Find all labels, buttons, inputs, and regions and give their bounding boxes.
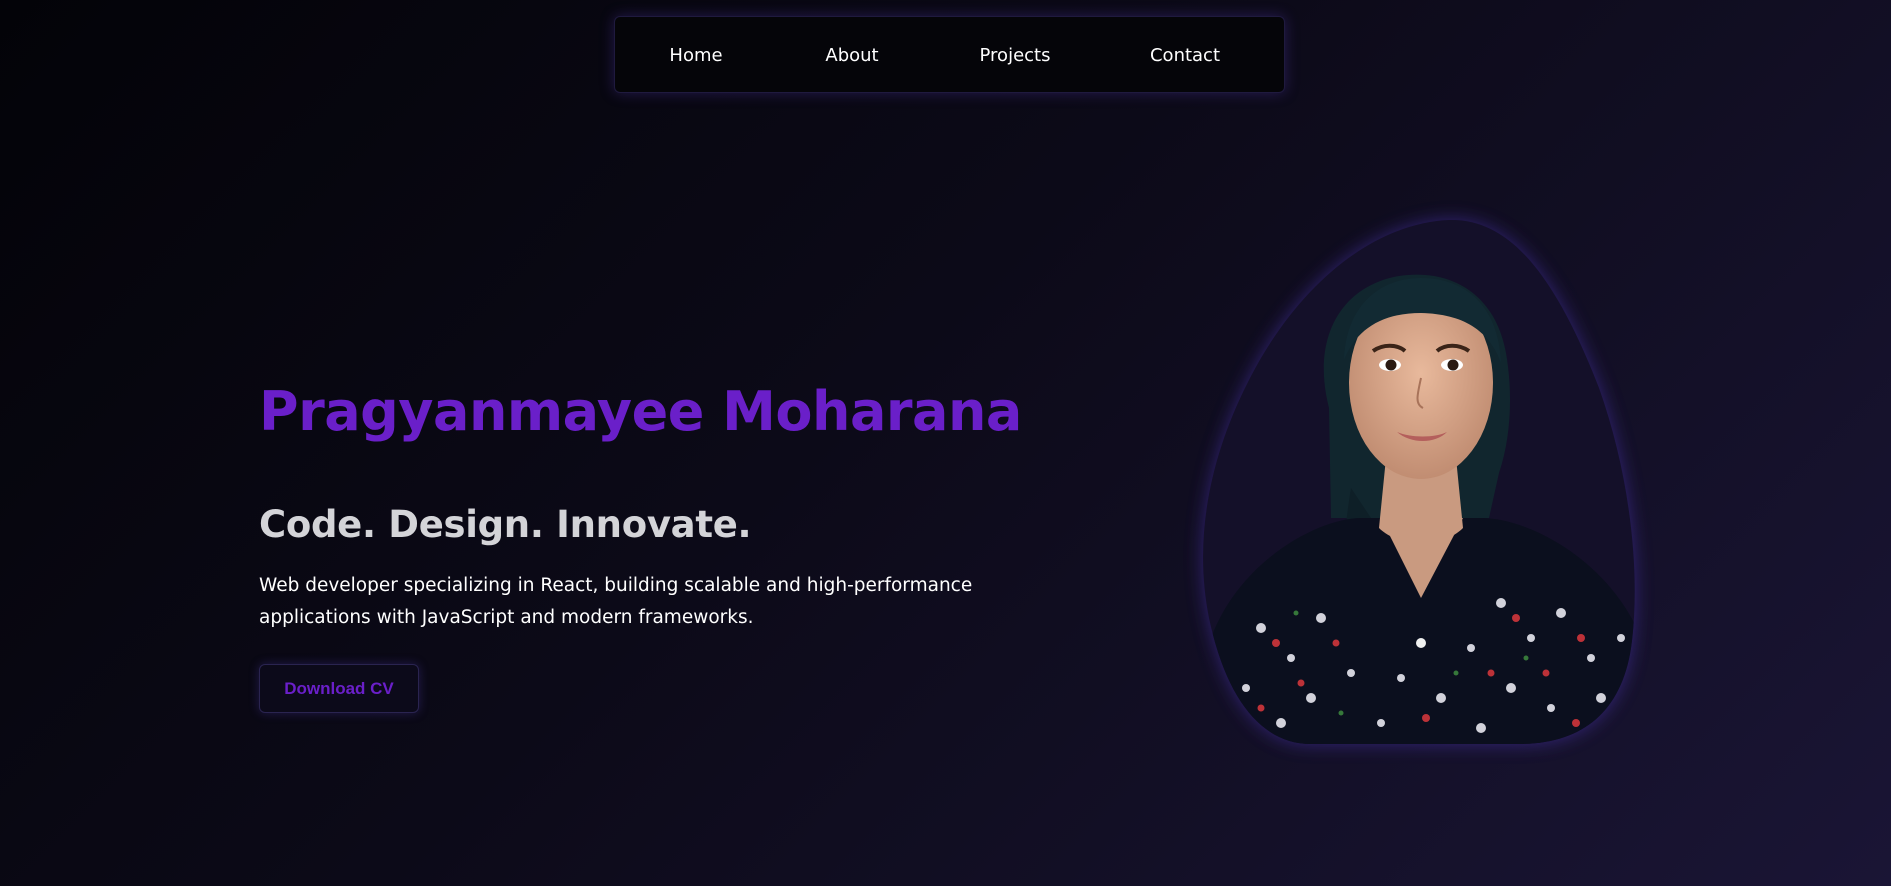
nav-home-link[interactable]: Home [669, 17, 722, 94]
top-navigation: Home About Projects Contact [614, 16, 1285, 93]
download-cv-button[interactable]: Download CV [259, 664, 419, 713]
hero-description: Web developer specializing in React, bui… [259, 575, 973, 628]
nav-projects-link[interactable]: Projects [980, 17, 1051, 94]
nav-about-link[interactable]: About [825, 17, 878, 94]
hero-name: Pragyanmayee Moharana [259, 380, 1022, 443]
nav-contact-link[interactable]: Contact [1150, 17, 1220, 94]
profile-photo [1201, 218, 1639, 745]
hero-tagline: Code. Design. Innovate. [259, 503, 752, 546]
